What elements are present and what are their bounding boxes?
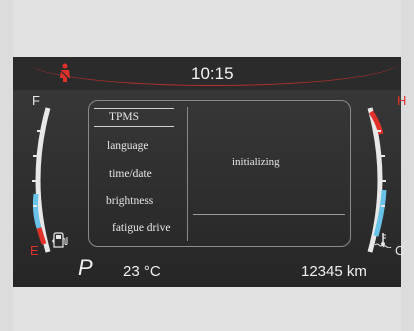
fuel-full-label: F [32, 93, 40, 108]
fuel-pump-icon [52, 232, 68, 248]
menu-divider-vertical [187, 107, 188, 241]
temp-hot-label: H [397, 93, 407, 108]
menu-item-brightness[interactable]: brightness [106, 195, 153, 207]
outside-temperature: 23 °C [123, 263, 161, 280]
seatbelt-warning-icon [60, 63, 70, 82]
coolant-temp-icon [374, 233, 392, 248]
menu-status-text: initializing [232, 156, 280, 168]
menu-item-tpms[interactable]: TPMS [109, 111, 139, 123]
fuel-empty-label: E [30, 243, 39, 258]
menu-item-fatigue-drive[interactable]: fatigue drive [112, 222, 170, 234]
odometer: 12345 km [301, 263, 367, 280]
gear-indicator: P [78, 255, 93, 280]
menu-divider-horizontal [193, 214, 345, 215]
selection-marker-top [94, 108, 174, 109]
clock-time: 10:15 [191, 64, 234, 83]
menu-item-language[interactable]: language [107, 140, 149, 152]
temp-cold-label: C [395, 243, 405, 258]
menu-item-time-date[interactable]: time/date [109, 168, 152, 180]
selection-marker-bottom [94, 126, 174, 127]
